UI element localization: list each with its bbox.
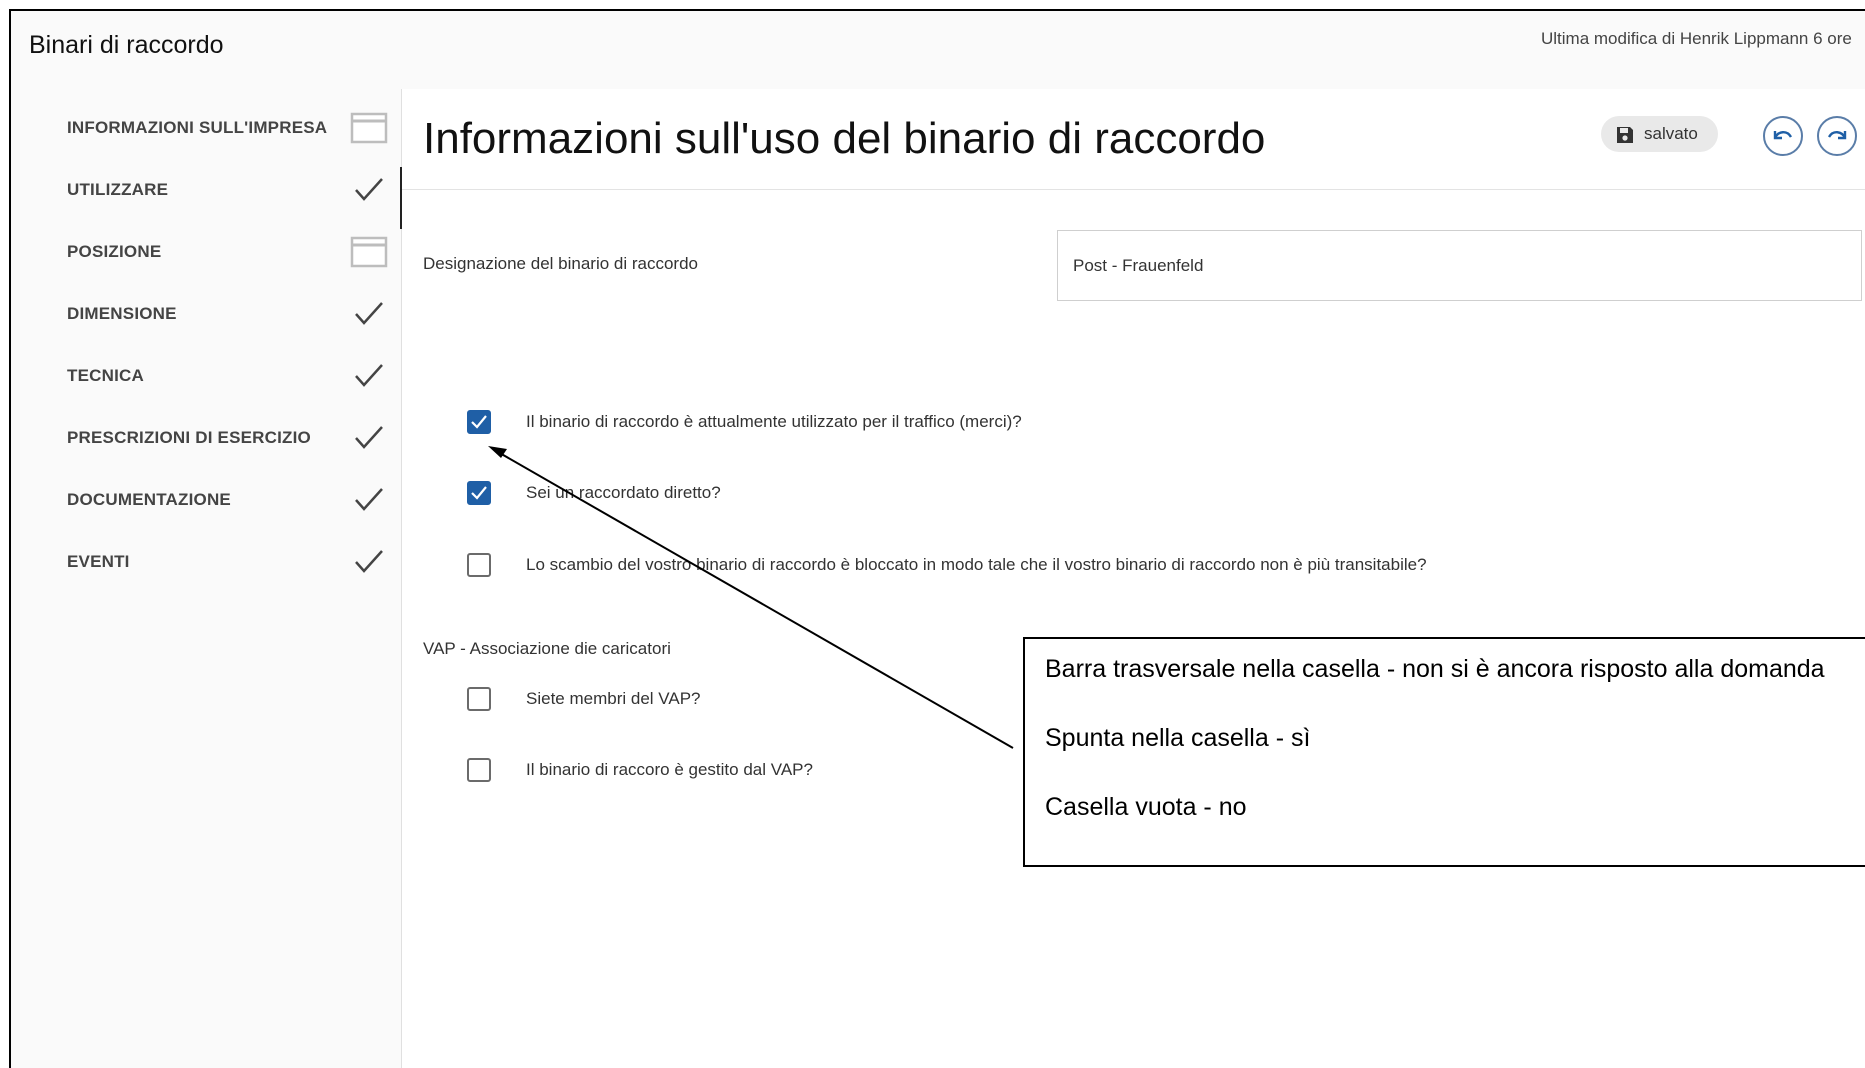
undo-icon	[1773, 131, 1793, 140]
checkbox-vap-member[interactable]	[467, 687, 491, 711]
question-label: Siete membri del VAP?	[526, 689, 701, 708]
app-window: Binari di raccordo Ultima modifica di He…	[9, 9, 1865, 1068]
check-icon	[350, 422, 388, 454]
check-icon	[350, 174, 388, 206]
designation-label: Designazione del binario di raccordo	[423, 254, 698, 273]
check-icon	[350, 360, 388, 392]
check-icon	[471, 486, 487, 500]
saved-status-badge: salvato	[1601, 116, 1718, 152]
annotation-line: Barra trasversale nella casella - non si…	[1045, 655, 1825, 683]
vap-section-label: VAP - Associazione die caricatori	[423, 639, 671, 658]
designation-input[interactable]	[1057, 230, 1862, 301]
last-modified-info: Ultima modifica di Henrik Lippmann 6 ore	[1541, 29, 1852, 48]
question-label: Lo scambio del vostro binario di raccord…	[526, 555, 1427, 574]
annotation-box: Barra trasversale nella casella - non si…	[1023, 637, 1865, 867]
sidebar-item-label: TECNICA	[67, 366, 144, 385]
checkbox-traffic[interactable]	[467, 410, 491, 434]
redo-icon	[1827, 131, 1847, 140]
save-icon	[1617, 127, 1633, 143]
sidebar: INFORMAZIONI SULL'IMPRESA UTILIZZARE POS…	[11, 89, 402, 1068]
checkbox-blocked[interactable]	[467, 553, 491, 577]
sidebar-item-dimensione[interactable]: DIMENSIONE	[11, 283, 401, 345]
question-label: Il binario di raccoro è gestito dal VAP?	[526, 760, 813, 779]
sidebar-item-label: DOCUMENTAZIONE	[67, 490, 231, 509]
check-icon	[350, 546, 388, 578]
sidebar-item-label: PRESCRIZIONI DI ESERCIZIO	[67, 428, 311, 447]
top-bar: Binari di raccordo Ultima modifica di He…	[11, 11, 1865, 89]
sidebar-item-eventi[interactable]: EVENTI	[11, 531, 401, 593]
sidebar-item-label: EVENTI	[67, 552, 130, 571]
sidebar-item-label: DIMENSIONE	[67, 304, 177, 323]
sidebar-item-label: INFORMAZIONI SULL'IMPRESA	[67, 118, 328, 137]
check-icon	[350, 484, 388, 516]
undo-button[interactable]	[1763, 116, 1803, 156]
sidebar-item-informazioni-impresa[interactable]: INFORMAZIONI SULL'IMPRESA	[11, 97, 401, 159]
redo-button[interactable]	[1817, 116, 1857, 156]
sidebar-item-prescrizioni-esercizio[interactable]: PRESCRIZIONI DI ESERCIZIO	[11, 407, 401, 469]
sidebar-item-label: UTILIZZARE	[67, 180, 169, 199]
main-content: Informazioni sull'uso del binario di rac…	[402, 89, 1865, 1068]
page-title: Informazioni sull'uso del binario di rac…	[423, 114, 1266, 163]
checkbox-vap-managed[interactable]	[467, 758, 491, 782]
annotation-line: Casella vuota - no	[1045, 793, 1247, 821]
app-title: Binari di raccordo	[29, 31, 224, 59]
barra-icon	[350, 112, 388, 144]
check-icon	[350, 298, 388, 330]
header-divider	[402, 189, 1865, 190]
sidebar-item-label: POSIZIONE	[67, 242, 162, 261]
annotation-line: Spunta nella casella - sì	[1045, 724, 1311, 752]
sidebar-item-utilizzare[interactable]: UTILIZZARE	[11, 159, 402, 229]
checkbox-direct[interactable]	[467, 481, 491, 505]
question-label: Il binario di raccordo è attualmente uti…	[526, 412, 1022, 431]
check-icon	[471, 415, 487, 429]
sidebar-item-posizione[interactable]: POSIZIONE	[11, 221, 401, 283]
barra-icon	[350, 236, 388, 268]
question-label: Sei un raccordato diretto?	[526, 483, 721, 502]
sidebar-item-tecnica[interactable]: TECNICA	[11, 345, 401, 407]
saved-label: salvato	[1644, 124, 1698, 143]
sidebar-item-documentazione[interactable]: DOCUMENTAZIONE	[11, 469, 401, 531]
